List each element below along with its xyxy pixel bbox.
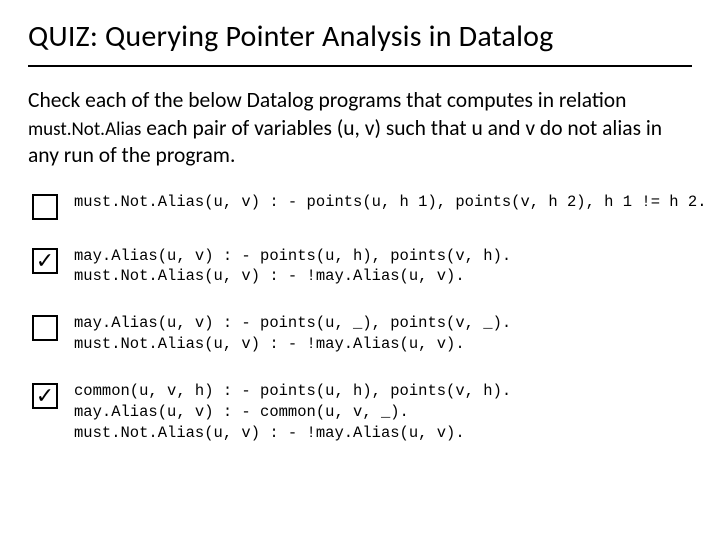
checkbox-1[interactable] — [32, 194, 58, 220]
instructions: Check each of the below Datalog programs… — [28, 87, 692, 170]
checkbox-3[interactable] — [32, 315, 58, 341]
code-3: may.Alias(u, v) : - points(u, _), points… — [74, 313, 511, 355]
page-title: QUIZ: Querying Pointer Analysis in Datal… — [28, 18, 692, 55]
code-1: must.Not.Alias(u, v) : - points(u, h 1),… — [74, 192, 707, 213]
checkbox-4[interactable]: ✓ — [32, 383, 58, 409]
title-rule — [28, 65, 692, 67]
checkmark-4: ✓ — [36, 385, 54, 407]
options-list: must.Not.Alias(u, v) : - points(u, h 1),… — [28, 192, 692, 444]
code-2: may.Alias(u, v) : - points(u, h), points… — [74, 246, 511, 288]
relation-name: must.Not.Alias — [28, 118, 141, 141]
checkbox-2[interactable]: ✓ — [32, 248, 58, 274]
option-2: ✓ may.Alias(u, v) : - points(u, h), poin… — [32, 246, 692, 288]
instructions-pre: Check each of the below Datalog programs… — [28, 87, 626, 113]
option-3: may.Alias(u, v) : - points(u, _), points… — [32, 313, 692, 355]
code-4: common(u, v, h) : - points(u, h), points… — [74, 381, 511, 444]
checkmark-2: ✓ — [36, 250, 54, 272]
option-1: must.Not.Alias(u, v) : - points(u, h 1),… — [32, 192, 692, 220]
option-4: ✓ common(u, v, h) : - points(u, h), poin… — [32, 381, 692, 444]
